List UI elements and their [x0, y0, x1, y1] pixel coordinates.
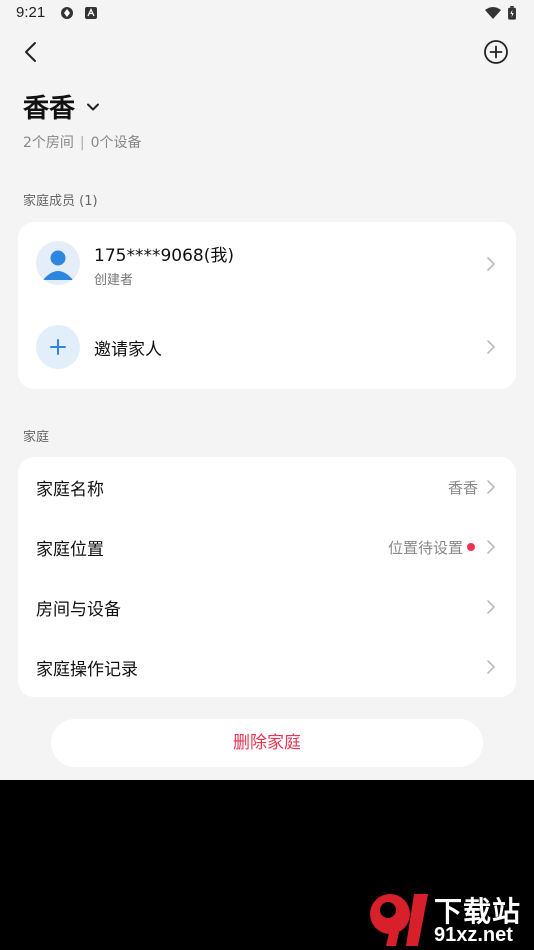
plus-icon	[50, 339, 66, 355]
member-role: 创建者	[94, 273, 134, 288]
app-notification-icon	[61, 7, 73, 19]
status-bar: 9:21	[0, 0, 534, 28]
chevron-right-icon	[487, 340, 495, 354]
home-location-row[interactable]: 家庭位置 位置待设置	[18, 517, 516, 577]
delete-home-button[interactable]: 删除家庭	[51, 719, 483, 767]
rooms-devices-row[interactable]: 房间与设备	[18, 577, 516, 637]
operation-log-row[interactable]: 家庭操作记录	[18, 637, 516, 697]
invite-plus-circle	[36, 325, 80, 369]
device-count: 0个设备	[90, 135, 142, 151]
back-arrow-icon[interactable]	[18, 38, 46, 66]
row-label: 家庭操作记录	[36, 660, 138, 680]
row-label: 家庭位置	[36, 540, 104, 560]
home-stats: 2个房间 | 0个设备	[23, 132, 142, 152]
members-section-label: 家庭成员 (1)	[23, 194, 98, 209]
avatar	[36, 241, 80, 285]
row-label: 房间与设备	[36, 600, 121, 620]
member-name: 175****9068(我)	[94, 246, 234, 266]
home-name-title[interactable]: 香香	[23, 88, 75, 125]
keyboard-notification-icon	[85, 7, 97, 19]
row-label: 家庭名称	[36, 480, 104, 500]
app-screen: 9:21 香香 2个房间 | 0个设备 家庭成员 (1) 175****9068…	[0, 0, 534, 780]
unset-indicator-dot	[467, 543, 475, 551]
invite-family-label: 邀请家人	[94, 340, 162, 360]
home-name-row[interactable]: 家庭名称 香香	[18, 457, 516, 517]
row-value: 位置待设置	[387, 539, 463, 557]
chevron-right-icon	[487, 540, 495, 554]
chevron-right-icon	[487, 660, 495, 674]
row-value: 香香	[447, 479, 478, 497]
watermark-domain: 91xz.net	[434, 924, 513, 946]
invite-family-row[interactable]: 邀请家人	[18, 305, 516, 389]
chevron-right-icon	[487, 480, 495, 494]
chevron-right-icon	[487, 600, 495, 614]
members-card: 175****9068(我) 创建者 邀请家人	[18, 222, 516, 389]
chevron-down-icon[interactable]	[85, 99, 101, 115]
chevron-right-icon	[487, 257, 495, 271]
user-avatar-icon	[43, 250, 73, 280]
home-section-label: 家庭	[23, 430, 50, 445]
member-row[interactable]: 175****9068(我) 创建者	[18, 222, 516, 305]
wifi-icon	[485, 7, 501, 19]
room-count: 2个房间	[23, 135, 74, 151]
home-settings-card: 家庭名称 香香 家庭位置 位置待设置 房间与设备 家庭操作记录	[18, 457, 516, 697]
add-circle-icon[interactable]	[482, 38, 510, 66]
status-time: 9:21	[16, 4, 46, 21]
battery-icon	[508, 6, 516, 20]
stats-separator: |	[79, 135, 85, 151]
